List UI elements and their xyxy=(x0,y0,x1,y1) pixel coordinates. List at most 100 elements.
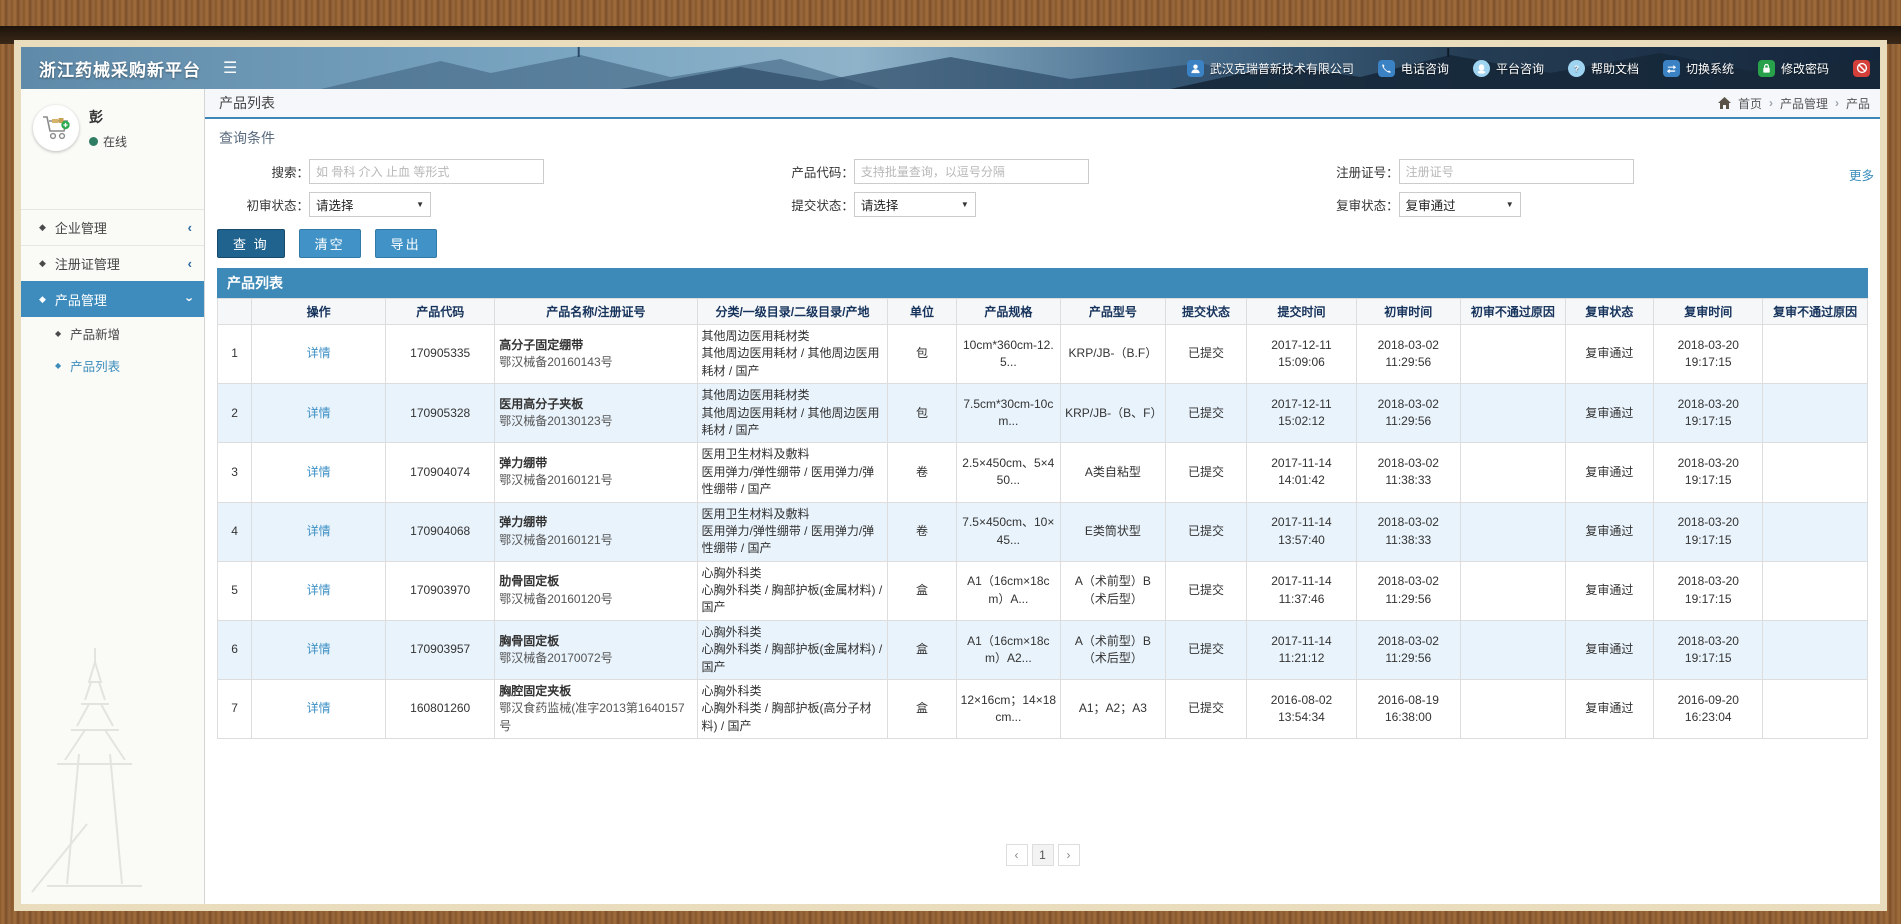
submit-status-label: 提交状态： xyxy=(762,195,854,214)
re-review-status-cell: 复审通过 xyxy=(1565,502,1654,561)
avatar xyxy=(33,105,79,151)
breadcrumb-home[interactable]: 首页 xyxy=(1738,95,1762,112)
chevron-left-icon: ‹ xyxy=(188,256,192,271)
submit-status-select[interactable]: 请选择 ▼ xyxy=(854,192,976,217)
user-name: 彭 xyxy=(89,107,127,127)
breadcrumb: 首页 › 产品管理 › 产品 xyxy=(1718,95,1870,112)
detail-link[interactable]: 详情 xyxy=(307,524,331,538)
main-area: 产品列表 首页 › 产品管理 › 产品 查询条件 搜索： xyxy=(205,89,1880,904)
product-name: 高分子固定绷带 xyxy=(499,337,692,354)
table-row: 3 详情 170904074 弹力绷带 鄂汉械备20160121号 医用卫生材料… xyxy=(218,443,1868,502)
unit-cell: 包 xyxy=(888,325,956,384)
col-model: 产品型号 xyxy=(1061,299,1166,325)
re-review-status-cell: 复审通过 xyxy=(1565,325,1654,384)
user-panel: 彭 在线 xyxy=(21,89,204,165)
detail-link[interactable]: 详情 xyxy=(307,642,331,656)
model-cell: A类自粘型 xyxy=(1061,443,1166,502)
first-review-select[interactable]: 请选择 ▼ xyxy=(309,192,431,217)
submit-status-cell: 已提交 xyxy=(1165,325,1247,384)
sidebar-menu: ◆ 企业管理 ‹ ◆ 注册证管理 ‹ ◆ 产品管理 › ◆ 产 xyxy=(21,209,204,381)
submit-time-cell: 2017-12-11 15:09:06 xyxy=(1247,325,1356,384)
unit-cell: 盒 xyxy=(888,561,956,620)
breadcrumb-separator: › xyxy=(1769,96,1773,110)
unit-cell: 盒 xyxy=(888,620,956,679)
re-review-select[interactable]: 复审通过 ▼ xyxy=(1399,192,1521,217)
breadcrumb-product-mgmt[interactable]: 产品管理 xyxy=(1780,95,1828,112)
detail-link[interactable]: 详情 xyxy=(307,701,331,715)
clear-button[interactable]: 清空 xyxy=(299,229,361,258)
phone-consult-link[interactable]: 电话咨询 xyxy=(1378,60,1449,77)
re-reject-reason-cell xyxy=(1763,502,1868,561)
row-index: 6 xyxy=(218,620,252,679)
sidebar-item-enterprise[interactable]: ◆ 企业管理 ‹ xyxy=(21,209,204,245)
detail-link[interactable]: 详情 xyxy=(307,346,331,360)
table-row: 6 详情 170903957 胸骨固定板 鄂汉械备20170072号 心胸外科类… xyxy=(218,620,1868,679)
diamond-bullet-icon: ◆ xyxy=(55,361,61,370)
first-reject-reason-cell xyxy=(1461,325,1566,384)
re-review-time-cell: 2018-03-20 19:17:15 xyxy=(1654,384,1763,443)
query-row-2: 初审状态： 请选择 ▼ 提交状态： 请选择 ▼ xyxy=(217,188,1868,221)
col-submit-status: 提交状态 xyxy=(1165,299,1247,325)
re-review-status-cell: 复审通过 xyxy=(1565,620,1654,679)
re-reject-reason-cell xyxy=(1763,325,1868,384)
submit-time-cell: 2017-11-14 14:01:42 xyxy=(1247,443,1356,502)
query-button[interactable]: 查 询 xyxy=(217,229,285,258)
detail-link[interactable]: 详情 xyxy=(307,583,331,597)
sidebar-item-product-add[interactable]: ◆ 产品新增 xyxy=(21,317,204,349)
table-row: 5 详情 170903970 肋骨固定板 鄂汉械备20160120号 心胸外科类… xyxy=(218,561,1868,620)
company-account-link[interactable]: 武汉克瑞普新技术有限公司 xyxy=(1187,60,1354,77)
sidebar-item-product-list[interactable]: ◆ 产品列表 xyxy=(21,349,204,381)
col-first-review-time: 初审时间 xyxy=(1356,299,1461,325)
re-review-status-cell: 复审通过 xyxy=(1565,384,1654,443)
breadcrumb-current[interactable]: 产品 xyxy=(1846,95,1870,112)
table-row: 7 详情 160801260 胸腔固定夹板 鄂汉食药监械(准字2013第1640… xyxy=(218,680,1868,739)
first-review-time-cell: 2018-03-02 11:29:56 xyxy=(1356,561,1461,620)
re-review-time-cell: 2018-03-20 19:17:15 xyxy=(1654,443,1763,502)
more-link[interactable]: 更多 xyxy=(1849,165,1874,184)
browser-window: 浙江药械采购新平台 ☰ 武汉克瑞普新技术有限公司 电话咨询 平台咨询 xyxy=(14,40,1887,911)
logout-icon xyxy=(1853,60,1870,77)
col-spec: 产品规格 xyxy=(956,299,1061,325)
re-review-label: 复审状态： xyxy=(1307,195,1399,214)
unit-cell: 卷 xyxy=(888,502,956,561)
product-reg-no: 鄂汉械备20160120号 xyxy=(499,591,692,608)
query-section-title: 查询条件 xyxy=(217,119,1868,155)
product-code-input[interactable] xyxy=(854,159,1089,184)
re-review-time-cell: 2018-03-20 19:17:15 xyxy=(1654,325,1763,384)
query-row-1: 搜索： 产品代码： 注册证号： 更多 xyxy=(217,155,1868,188)
reg-no-input[interactable] xyxy=(1399,159,1634,184)
current-page[interactable]: 1 xyxy=(1032,844,1054,866)
row-index: 7 xyxy=(218,680,252,739)
reg-no-label: 注册证号： xyxy=(1307,162,1399,181)
product-submenu: ◆ 产品新增 ◆ 产品列表 xyxy=(21,317,204,381)
sidebar: 彭 在线 ◆ 企业管理 ‹ ◆ 注册证管理 ‹ xyxy=(21,89,205,904)
submit-time-cell: 2017-11-14 11:21:12 xyxy=(1247,620,1356,679)
first-review-time-cell: 2018-03-02 11:38:33 xyxy=(1356,502,1461,561)
detail-link[interactable]: 详情 xyxy=(307,465,331,479)
help-doc-link[interactable]: ? 帮助文档 xyxy=(1568,60,1639,77)
export-button[interactable]: 导出 xyxy=(375,229,437,258)
product-table: 操作 产品代码 产品名称/注册证号 分类/一级目录/二级目录/产地 单位 产品规… xyxy=(217,298,1868,739)
sidebar-item-registration[interactable]: ◆ 注册证管理 ‹ xyxy=(21,245,204,281)
switch-system-link[interactable]: 切换系统 xyxy=(1663,60,1734,77)
name-cell: 胸骨固定板 鄂汉械备20170072号 xyxy=(495,620,697,679)
sidebar-item-product[interactable]: ◆ 产品管理 › xyxy=(21,281,204,317)
re-reject-reason-cell xyxy=(1763,680,1868,739)
submit-status-cell: 已提交 xyxy=(1165,680,1247,739)
col-unit: 单位 xyxy=(888,299,956,325)
platform-consult-link[interactable]: 平台咨询 xyxy=(1473,60,1544,77)
name-cell: 弹力绷带 鄂汉械备20160121号 xyxy=(495,502,697,561)
unit-cell: 盒 xyxy=(888,680,956,739)
submit-status-cell: 已提交 xyxy=(1165,502,1247,561)
chevron-left-icon: ‹ xyxy=(188,220,192,235)
detail-link[interactable]: 详情 xyxy=(307,406,331,420)
category-cell: 心胸外科类 心胸外科类 / 胸部护板(高分子材料) / 国产 xyxy=(697,680,888,739)
hamburger-menu-icon[interactable]: ☰ xyxy=(223,58,237,78)
next-page-button[interactable]: › xyxy=(1058,844,1080,866)
chevron-down-icon: › xyxy=(182,297,197,301)
prev-page-button[interactable]: ‹ xyxy=(1006,844,1028,866)
change-password-link[interactable]: 修改密码 xyxy=(1758,60,1829,77)
search-input[interactable] xyxy=(309,159,544,184)
logout-button[interactable] xyxy=(1853,60,1870,77)
model-cell: A（术前型）B（术后型） xyxy=(1061,561,1166,620)
